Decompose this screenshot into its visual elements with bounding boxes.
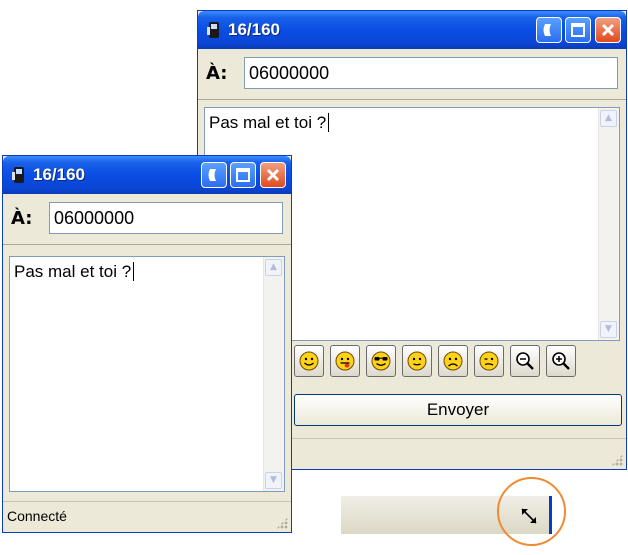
message-text: Pas mal et toi ? — [209, 113, 327, 132]
chat-window-front: 16/160 À: 06000000 Pas mal et toi ? ▲ ▼ … — [2, 155, 292, 533]
zoom-out-button[interactable] — [510, 345, 540, 377]
zoom-in-button[interactable] — [546, 345, 576, 377]
window-title: 16/160 — [228, 20, 280, 39]
minimize-icon — [543, 24, 551, 36]
minimize-button[interactable] — [201, 162, 227, 188]
tongue-icon — [335, 351, 355, 371]
recipient-label: À: — [206, 63, 228, 84]
highlight-circle — [497, 477, 566, 546]
resize-grip-icon[interactable] — [611, 454, 623, 466]
tongue-button[interactable] — [330, 345, 360, 377]
recipient-input[interactable]: 06000000 — [244, 57, 618, 89]
status-bar: Connecté — [3, 501, 291, 532]
close-icon — [601, 23, 615, 37]
minimize-button[interactable] — [536, 17, 562, 43]
text-caret — [133, 262, 135, 281]
close-button[interactable] — [595, 17, 621, 43]
close-icon — [266, 168, 280, 182]
zoom-out-icon — [516, 352, 534, 370]
neutral-button[interactable] — [402, 345, 432, 377]
window-title: 16/160 — [33, 165, 85, 184]
connection-status: Connecté — [7, 508, 67, 524]
sad-icon — [443, 351, 463, 371]
wink-button[interactable] — [474, 345, 504, 377]
maximize-button[interactable] — [230, 162, 256, 188]
vertical-scrollbar[interactable]: ▲ ▼ — [263, 257, 284, 491]
message-text: Pas mal et toi ? — [14, 262, 132, 281]
message-textarea[interactable]: Pas mal et toi ? ▲ ▼ — [9, 256, 285, 492]
wink-icon — [479, 351, 499, 371]
cool-button[interactable] — [366, 345, 396, 377]
maximize-icon — [236, 168, 250, 182]
smile-icon — [299, 351, 319, 371]
message-text-wrap: Pas mal et toi ? — [14, 262, 135, 282]
cool-icon — [371, 351, 391, 371]
phone-icon — [207, 22, 219, 38]
maximize-icon — [571, 23, 585, 37]
recipient-row: À: 06000000 — [3, 194, 291, 245]
maximize-button[interactable] — [565, 17, 591, 43]
scroll-up-icon[interactable]: ▲ — [600, 110, 617, 127]
minimize-icon — [208, 169, 216, 181]
zoom-in-icon — [552, 352, 570, 370]
smile-button[interactable] — [294, 345, 324, 377]
title-bar[interactable]: 16/160 — [3, 156, 291, 194]
neutral-icon — [407, 351, 427, 371]
text-caret — [328, 113, 330, 132]
recipient-label: À: — [11, 208, 33, 229]
sad-button[interactable] — [438, 345, 468, 377]
recipient-row: À: 06000000 — [198, 49, 626, 100]
close-button[interactable] — [260, 162, 286, 188]
scroll-down-icon[interactable]: ▼ — [600, 321, 617, 338]
resize-grip-icon[interactable] — [276, 517, 288, 529]
title-bar[interactable]: 16/160 — [198, 11, 626, 49]
message-text-wrap: Pas mal et toi ? — [209, 113, 330, 133]
vertical-scrollbar[interactable]: ▲ ▼ — [598, 108, 619, 340]
send-button[interactable]: Envoyer — [294, 394, 622, 426]
scroll-up-icon[interactable]: ▲ — [265, 259, 282, 276]
scroll-down-icon[interactable]: ▼ — [265, 472, 282, 489]
recipient-input[interactable]: 06000000 — [49, 202, 283, 234]
phone-icon — [12, 167, 24, 183]
